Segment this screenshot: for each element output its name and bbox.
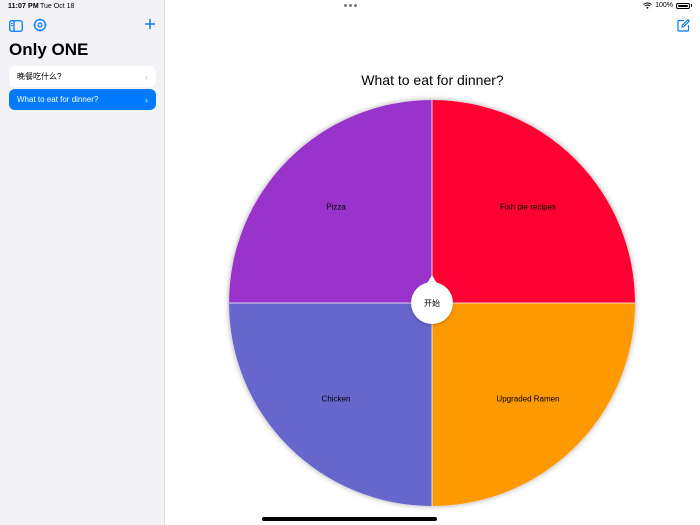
plus-icon xyxy=(145,19,155,29)
wifi-icon xyxy=(643,2,652,9)
segment-label: Fish pie recipes xyxy=(499,202,557,212)
segment-label: Pizza xyxy=(326,202,346,212)
sidebar-title: Only ONE xyxy=(9,40,89,59)
status-time: 11:07 PM xyxy=(8,3,39,10)
home-indicator[interactable] xyxy=(262,517,437,521)
sidebar-toggle-icon[interactable] xyxy=(9,19,23,37)
chevron-right-icon: › xyxy=(145,94,148,105)
battery-percent: 100% xyxy=(655,2,673,9)
chevron-right-icon: › xyxy=(145,71,148,82)
wheel-title: What to eat for dinner? xyxy=(361,72,504,88)
list-item-selected[interactable]: What to eat for dinner? › xyxy=(9,89,156,110)
list-item-label: 晚餐吃什么? xyxy=(17,72,62,81)
wheel-segment xyxy=(432,100,635,303)
settings-icon[interactable] xyxy=(33,18,47,37)
wheel-segment xyxy=(229,303,432,506)
status-indicators: 100% xyxy=(643,2,692,9)
add-button[interactable] xyxy=(144,17,156,35)
segment-label: Chicken xyxy=(321,394,351,404)
sidebar: 11:07 PM Tue Oct 18 Only ONE 晚餐吃什么? › Wh… xyxy=(0,0,165,525)
compose-button[interactable] xyxy=(677,19,691,37)
status-date: Tue Oct 18 xyxy=(40,3,75,10)
wheel-list: 晚餐吃什么? › What to eat for dinner? › xyxy=(9,66,156,112)
wheel-segment xyxy=(229,100,432,303)
list-item-label: What to eat for dinner? xyxy=(17,95,99,104)
main-panel: 100% What to eat for dinner? Fish pie re… xyxy=(165,0,700,525)
segment-label: Upgraded Ramen xyxy=(496,394,560,404)
start-button-label: 开始 xyxy=(424,298,440,308)
multitasking-dots-icon[interactable] xyxy=(344,4,357,7)
battery-icon xyxy=(676,2,690,9)
spin-wheel[interactable]: Fish pie recipes Upgraded Ramen Chicken … xyxy=(228,99,636,507)
wheel-segment xyxy=(432,303,635,506)
compose-icon xyxy=(677,19,691,32)
list-item[interactable]: 晚餐吃什么? › xyxy=(9,66,156,87)
start-button[interactable]: 开始 xyxy=(411,282,453,324)
